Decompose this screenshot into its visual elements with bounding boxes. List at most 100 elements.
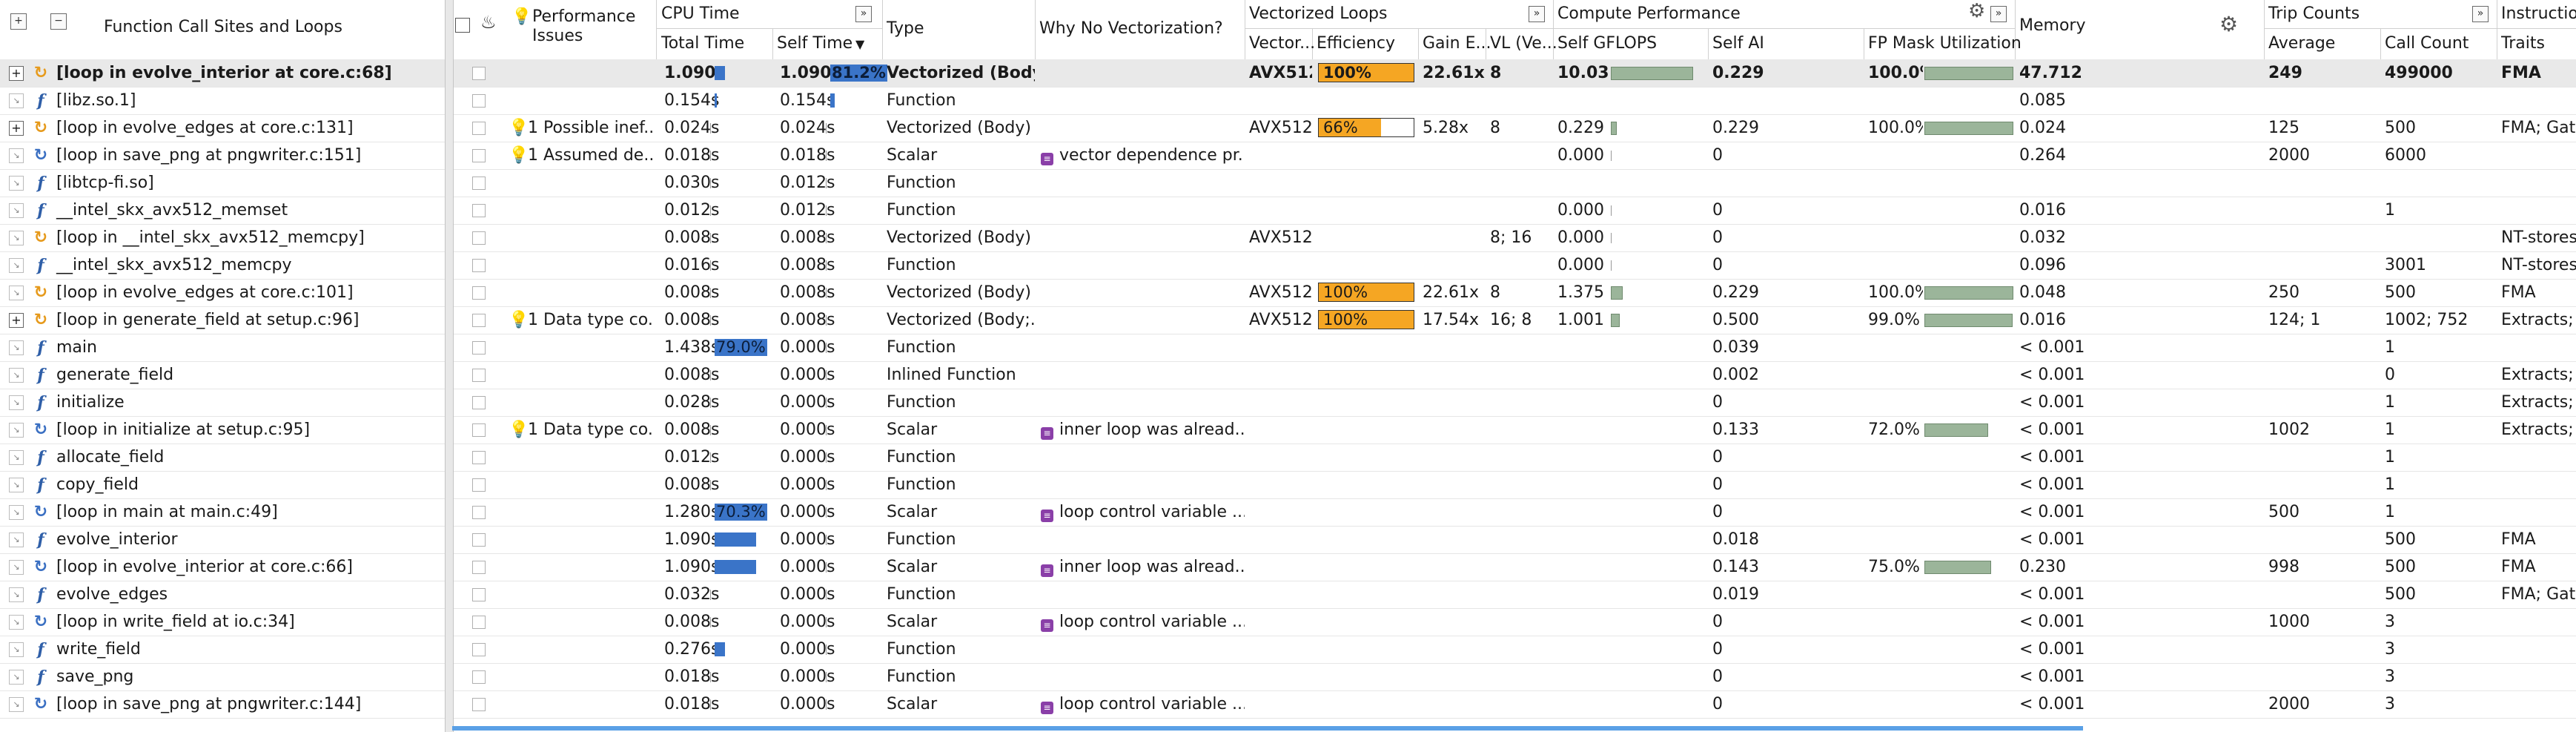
- efficiency-header[interactable]: Efficiency: [1312, 28, 1419, 59]
- row-checkbox[interactable]: [472, 369, 486, 382]
- row-checkbox[interactable]: [472, 314, 486, 327]
- table-row[interactable]: ↘ f initialize 0.028s 0.000s Function 0 < 0.001…: [0, 389, 2576, 417]
- select-all-checkbox[interactable]: [455, 18, 470, 33]
- table-row[interactable]: ↘ f save_png 0.018s 0.000s Function 0 < 0.001 3: [0, 663, 2576, 691]
- function-column-header[interactable]: Function Call Sites and Loops: [104, 18, 342, 36]
- loop-icon: ↻: [33, 228, 48, 247]
- row-checkbox[interactable]: [472, 670, 486, 684]
- self-gflops-header[interactable]: Self GFLOPS: [1553, 28, 1709, 59]
- table-row[interactable]: ↘ ↻ [loop in write_field at io.c:34] 0.008s…: [0, 608, 2576, 636]
- table-row[interactable]: ↘ f [libtcp-fi.so] 0.030s 0.012s Function: [0, 169, 2576, 197]
- why-no-vectorization-cell[interactable]: ≡ loop control variable ...: [1035, 608, 1245, 636]
- self-time-header[interactable]: Self Time ▼: [772, 28, 883, 59]
- row-checkbox[interactable]: [472, 204, 486, 217]
- compute-performance-expand-icon[interactable]: »: [1990, 6, 2007, 22]
- row-leaf-marker: ↘: [9, 642, 24, 657]
- table-row[interactable]: ↘ f write_field 0.276s 0.000s Function 0 < 0.00…: [0, 636, 2576, 664]
- table-row[interactable]: ↘ ↻ [loop in initialize at setup.c:95] 💡1 D…: [0, 416, 2576, 444]
- table-row[interactable]: ↘ ↻ [loop in __intel_skx_avx512_memcpy] 0.0…: [0, 224, 2576, 252]
- table-row[interactable]: ↘ f main 1.438s 79.0% 0.000s Function 0.039 < 0.…: [0, 334, 2576, 362]
- performance-issues-header[interactable]: Performance Issues: [532, 7, 655, 46]
- row-checkbox[interactable]: [472, 396, 486, 409]
- type-header[interactable]: Type: [882, 0, 1036, 59]
- why-no-vectorization-header[interactable]: Why No Vectorization?: [1035, 0, 1245, 59]
- row-checkbox[interactable]: [472, 423, 486, 437]
- performance-issue[interactable]: 💡1 Possible inef...: [509, 114, 654, 142]
- table-row[interactable]: ↘ f evolve_edges 0.032s 0.000s Function 0.019 <…: [0, 581, 2576, 609]
- table-row[interactable]: ↘ ↻ [loop in evolve_edges at core.c:101] 0.…: [0, 279, 2576, 307]
- row-checkbox[interactable]: [472, 149, 486, 162]
- why-no-vectorization-cell[interactable]: ≡ vector dependence pr...: [1035, 142, 1245, 169]
- row-leaf-marker: ↘: [9, 258, 24, 273]
- why-no-vectorization-cell[interactable]: ≡ loop control variable ...: [1035, 690, 1245, 718]
- row-checkbox[interactable]: [472, 698, 486, 711]
- trip-counts-expand-icon[interactable]: »: [2472, 6, 2489, 22]
- table-row[interactable]: ↘ f copy_field 0.008s 0.000s Function 0 < 0.001…: [0, 471, 2576, 499]
- total-time-tick: [710, 205, 711, 216]
- pane-splitter[interactable]: [445, 0, 454, 732]
- vector-length-header[interactable]: VL (Ve...: [1486, 28, 1557, 59]
- self-gflops-tick: [1611, 151, 1612, 161]
- table-row[interactable]: ↘ f generate_field 0.008s 0.000s Inlined Func…: [0, 361, 2576, 389]
- row-checkbox[interactable]: [472, 341, 486, 355]
- row-checkbox[interactable]: [472, 561, 486, 574]
- expand-row-button[interactable]: +: [9, 121, 24, 136]
- call-count-header[interactable]: Call Count: [2380, 28, 2497, 59]
- table-row[interactable]: + ↻ [loop in evolve_edges at core.c:131] 💡1…: [0, 114, 2576, 142]
- row-checkbox[interactable]: [472, 259, 486, 272]
- why-no-vectorization-cell[interactable]: ≡ inner loop was alread...: [1035, 416, 1245, 444]
- row-checkbox[interactable]: [472, 478, 486, 492]
- vectorized-header[interactable]: Vector...: [1245, 28, 1315, 59]
- why-text: inner loop was alread...: [1059, 421, 1245, 439]
- self-ai-header[interactable]: Self AI: [1708, 28, 1864, 59]
- fp-mask-cell: 100.0%: [1868, 119, 1923, 137]
- table-row[interactable]: ↘ f __intel_skx_avx512_memcpy 0.016s 0.008s F…: [0, 251, 2576, 280]
- row-checkbox[interactable]: [472, 122, 486, 135]
- row-checkbox[interactable]: [472, 643, 486, 656]
- why-no-vectorization-cell[interactable]: ≡ inner loop was alread...: [1035, 553, 1245, 581]
- expand-row-button[interactable]: +: [9, 66, 24, 81]
- table-row[interactable]: ↘ ↻ [loop in main at main.c:49] 1.280s 70.3%…: [0, 498, 2576, 527]
- memory-header[interactable]: Memory ⚙: [2015, 0, 2265, 59]
- table-row[interactable]: ↘ ↻ [loop in save_png at pngwriter.c:144] 0…: [0, 690, 2576, 719]
- vectorized-loops-expand-icon[interactable]: »: [1529, 6, 1545, 22]
- table-row[interactable]: ↘ ↻ [loop in evolve_interior at core.c:66]…: [0, 553, 2576, 581]
- row-checkbox[interactable]: [472, 286, 486, 300]
- memory-settings-gear-icon[interactable]: ⚙: [2219, 12, 2238, 36]
- row-checkbox[interactable]: [472, 451, 486, 464]
- self-time-value: 0.012s: [780, 174, 835, 192]
- row-checkbox[interactable]: [472, 616, 486, 629]
- compute-settings-gear-icon[interactable]: ⚙: [1968, 0, 1985, 22]
- expand-all-button[interactable]: +: [10, 13, 27, 30]
- row-checkbox[interactable]: [472, 177, 486, 190]
- table-row[interactable]: ↘ f [libz.so.1] 0.154s 0.154s Function 0.085: [0, 87, 2576, 115]
- table-row[interactable]: ↘ f evolve_interior 1.090s 0.000s Function 0.0…: [0, 526, 2576, 554]
- collapse-all-button[interactable]: −: [50, 13, 67, 30]
- compute-performance-group-label: Compute Performance: [1557, 4, 1741, 23]
- table-row[interactable]: + ↻ [loop in evolve_interior at core.c:68]…: [0, 59, 2576, 88]
- traits-header[interactable]: Traits: [2497, 28, 2576, 59]
- total-time-header[interactable]: Total Time: [657, 28, 773, 59]
- table-row[interactable]: ↘ f allocate_field 0.012s 0.000s Function 0 < 0…: [0, 444, 2576, 472]
- performance-issue[interactable]: 💡1 Data type co...: [509, 416, 654, 444]
- why-no-vectorization-cell[interactable]: ≡ loop control variable ...: [1035, 498, 1245, 526]
- call-site-name: [loop in evolve_edges at core.c:101]: [56, 283, 354, 302]
- gain-header[interactable]: Gain E...: [1418, 28, 1491, 59]
- horizontal-scrollbar[interactable]: [452, 726, 2083, 731]
- expand-row-button[interactable]: +: [9, 313, 24, 328]
- row-checkbox[interactable]: [472, 506, 486, 519]
- average-trip-count-header[interactable]: Average: [2264, 28, 2381, 59]
- row-checkbox[interactable]: [472, 533, 486, 547]
- table-row[interactable]: + ↻ [loop in generate_field at setup.c:96]…: [0, 306, 2576, 334]
- table-row[interactable]: ↘ f __intel_skx_avx512_memset 0.012s 0.012s F…: [0, 197, 2576, 225]
- cpu-time-expand-icon[interactable]: »: [855, 6, 872, 22]
- row-checkbox[interactable]: [472, 67, 486, 80]
- row-checkbox[interactable]: [472, 588, 486, 601]
- fp-mask-utilization-header[interactable]: FP Mask Utilization: [1864, 28, 2022, 59]
- table-row[interactable]: ↘ ↻ [loop in save_png at pngwriter.c:151] 💡…: [0, 142, 2576, 170]
- row-checkbox[interactable]: [472, 231, 486, 245]
- performance-issue[interactable]: 💡1 Data type co...: [509, 306, 654, 334]
- performance-issue[interactable]: 💡1 Assumed de...: [509, 142, 654, 169]
- row-leaf-marker: ↘: [9, 231, 24, 245]
- row-checkbox[interactable]: [472, 94, 486, 108]
